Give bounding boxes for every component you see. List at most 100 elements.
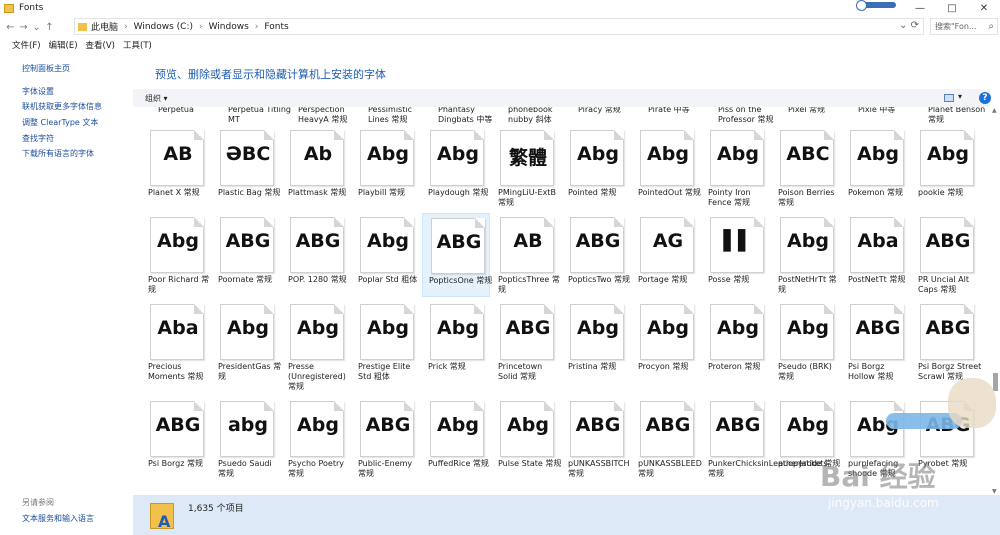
refresh-icon[interactable]: ⟳	[911, 20, 919, 31]
search-input[interactable]: 搜索"Fon... ⌕	[930, 18, 998, 35]
font-tile[interactable]: ABG pUNKASSBITCH 常规	[562, 397, 630, 481]
partial-font-label[interactable]: Phantasy Dingbats 中等	[438, 107, 502, 125]
font-tile[interactable]: Abg Pristina 常规	[562, 300, 630, 384]
partial-font-label[interactable]: Perpetua Titling MT	[228, 107, 292, 125]
font-tile[interactable]: Abg Playbill 常规	[352, 126, 420, 210]
recent-locations-button[interactable]: ⌄	[30, 22, 43, 33]
font-tile[interactable]: ABG Psi Borgz Hollow 常规	[842, 300, 910, 384]
font-tile[interactable]: Abg Pokemon 常规	[842, 126, 910, 210]
address-bar[interactable]: 此电脑 › Windows (C:) › Windows › Fonts ⌄ ⟳	[74, 18, 924, 35]
font-tile[interactable]: ABG PopticsTwo 常规	[562, 213, 630, 297]
link-adjust-cleartype[interactable]: 调整 ClearType 文本	[22, 117, 98, 128]
font-tile[interactable]: ABG Psi Borgz Street Scrawl 常规	[912, 300, 981, 384]
font-tile[interactable]: ABC Poison Berries 常规	[772, 126, 840, 210]
font-preview-icon: AB	[500, 217, 554, 273]
address-dropdown-icon[interactable]: ⌄	[899, 20, 907, 31]
font-tile[interactable]: Abg Poplar Std 粗体	[352, 213, 420, 297]
font-tile[interactable]: ▌▌ Posse 常规	[702, 213, 770, 297]
font-name: Pristina 常规	[568, 362, 617, 371]
up-button[interactable]: ↑	[43, 22, 56, 33]
font-tile[interactable]: Abg Proteron 常规	[702, 300, 770, 384]
font-tile[interactable]: Abg Pulse State 常规	[492, 397, 561, 481]
font-tile[interactable]: Abg pookie 常规	[912, 126, 980, 210]
scroll-down-icon[interactable]: ▼	[992, 488, 997, 495]
partial-font-label[interactable]: Pessimistic Lines 常规	[368, 107, 432, 125]
font-tile[interactable]: ABG PR Uncial Alt Caps 常规	[912, 213, 980, 297]
menu-tools[interactable]: 工具(T)	[123, 39, 152, 51]
close-button[interactable]: ✕	[968, 0, 1000, 16]
font-name: pookie 常规	[918, 188, 964, 197]
font-tile[interactable]: ABG Public-Enemy 常规	[352, 397, 420, 481]
link-get-font-info-online[interactable]: 联机获取更多字体信息	[22, 101, 102, 112]
font-tile[interactable]: Abg Pseudo (BRK) 常规	[772, 300, 840, 384]
partial-font-label[interactable]: Pirate 中等	[648, 107, 712, 115]
partial-font-label[interactable]: Pixel 常规	[788, 107, 852, 115]
font-tile[interactable]: ƏBC Plastic Bag 常规	[212, 126, 280, 210]
search-icon[interactable]: ⌕	[988, 21, 994, 32]
partial-font-label[interactable]: Perpetua	[158, 107, 222, 115]
font-tile[interactable]: Abg PostNetHrTt 常规	[772, 213, 840, 297]
vertical-scrollbar[interactable]: ▲ ▼	[990, 107, 1000, 495]
menu-edit[interactable]: 编辑(E)	[49, 39, 78, 51]
link-find-character[interactable]: 查找字符	[22, 133, 54, 144]
font-tile[interactable]: AG Portage 常规	[632, 213, 700, 297]
font-tile[interactable]: ABG Psi Borgz 常规	[142, 397, 210, 481]
view-options-icon[interactable]	[944, 94, 954, 102]
help-icon[interactable]: ?	[979, 92, 991, 104]
partial-font-label[interactable]: Piss on the Professor 常规	[718, 107, 782, 125]
font-tile[interactable]: ABG Princetown Solid 常规	[492, 300, 560, 384]
font-tile[interactable]: Ab Plattmask 常规	[282, 126, 350, 210]
font-tile[interactable]: 繁體 PMingLiU-ExtB 常规	[492, 126, 560, 210]
font-tile[interactable]: abg Psuedo Saudi 常规	[212, 397, 280, 481]
font-tile[interactable]: AB Planet X 常规	[142, 126, 210, 210]
font-tile[interactable]: Abg Procyon 常规	[632, 300, 700, 384]
scroll-thumb[interactable]	[993, 373, 998, 391]
font-tile[interactable]: Abg Pointed 常规	[562, 126, 630, 210]
font-tile[interactable]: ABG pUNKASSBLEED 常规	[632, 397, 702, 481]
font-tile[interactable]: Abg Prick 常规	[422, 300, 490, 384]
font-tile[interactable]: Abg Playdough 常规	[422, 126, 490, 210]
font-tile[interactable]: ABG PopticsOne 常规	[422, 213, 492, 297]
menu-view[interactable]: 查看(V)	[86, 39, 115, 51]
link-font-settings[interactable]: 字体设置	[22, 86, 54, 97]
breadcrumb-windows[interactable]: Windows ›	[209, 22, 259, 32]
link-control-panel-home[interactable]: 控制面板主页	[22, 63, 70, 74]
breadcrumb-drive-c[interactable]: Windows (C:) ›	[134, 22, 203, 32]
menu-file[interactable]: 文件(F)	[12, 39, 41, 51]
menu-bar: 文件(F) 编辑(E) 查看(V) 工具(T)	[0, 38, 1000, 52]
view-options-caret[interactable]: ▾	[958, 92, 962, 101]
organize-button[interactable]: 组织 ▾	[145, 93, 168, 104]
partial-font-label[interactable]: Pixie 中等	[858, 107, 922, 115]
font-folder-icon	[78, 22, 87, 31]
scroll-up-icon[interactable]: ▲	[992, 107, 997, 114]
minimize-button[interactable]: —	[904, 0, 936, 16]
font-tile[interactable]: Abg Pointy Iron Fence 常规	[702, 126, 770, 210]
maximize-button[interactable]: □	[936, 0, 968, 16]
font-tile[interactable]: ABG PunkerChicksinLeatherJackets 常规	[702, 397, 828, 481]
link-text-services[interactable]: 文本服务和输入语言	[22, 513, 94, 524]
font-tile[interactable]: Abg Presse (Unregistered) 常规	[282, 300, 350, 391]
font-tile[interactable]: Abg Prestige Elite Std 粗体	[352, 300, 420, 384]
font-tile[interactable]: Abg PuffedRice 常规	[422, 397, 490, 481]
partial-font-label[interactable]: Piracy 常规	[578, 107, 642, 115]
font-tile[interactable]: ABG Poornate 常规	[212, 213, 280, 297]
back-button[interactable]: ←	[4, 22, 17, 33]
font-tile[interactable]: AB PopticsThree 常规	[492, 213, 560, 297]
font-tile[interactable]: Abg Poor Richard 常规	[142, 213, 210, 297]
font-tile[interactable]: Abg Psycho Poetry 常规	[282, 397, 350, 481]
partial-font-label[interactable]: phonebook nubby 斜体	[508, 107, 572, 125]
font-tile[interactable]: Abg PointedOut 常规	[632, 126, 701, 210]
partial-font-label[interactable]: Perspection HeavyA 常规	[298, 107, 362, 125]
breadcrumb-fonts[interactable]: Fonts	[264, 22, 288, 32]
partial-font-label[interactable]: Planet Benson 常规	[928, 107, 988, 125]
fonts-folder-icon	[150, 503, 174, 531]
forward-button[interactable]: →	[17, 22, 30, 33]
font-tile[interactable]: Aba PostNetTt 常规	[842, 213, 910, 297]
font-preview-icon: Ab	[290, 130, 344, 186]
font-tile[interactable]: Abg PresidentGas 常规	[212, 300, 281, 384]
link-download-all-fonts[interactable]: 下载所有语言的字体	[22, 148, 94, 159]
font-tile[interactable]: ABG POP. 1280 常规	[282, 213, 350, 297]
zoom-slider[interactable]	[856, 0, 896, 11]
font-tile[interactable]: Aba Precious Moments 常规	[142, 300, 210, 384]
breadcrumb-this-pc[interactable]: 此电脑 ›	[91, 20, 128, 34]
